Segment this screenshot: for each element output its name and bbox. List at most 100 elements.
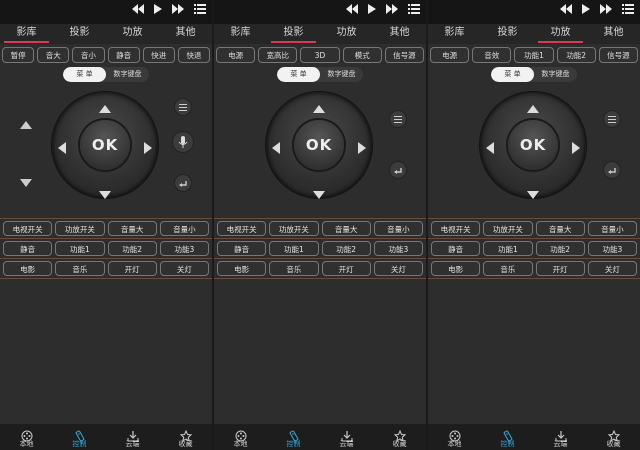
nav-item[interactable]: 收藏 xyxy=(373,424,426,450)
playlist-icon[interactable] xyxy=(622,4,634,14)
toggle-keypad[interactable]: 数字键盘 xyxy=(534,67,577,82)
function-button[interactable]: 音量小 xyxy=(587,221,637,236)
direction-pad[interactable]: OK xyxy=(480,92,586,199)
quick-button[interactable]: 静音 xyxy=(107,47,140,63)
quick-button[interactable]: 电源 xyxy=(430,47,470,63)
playlist-icon[interactable] xyxy=(194,4,206,14)
nav-item[interactable]: 云端 xyxy=(320,424,373,450)
play-icon[interactable] xyxy=(154,4,162,14)
quick-button[interactable]: 快退 xyxy=(177,47,211,63)
menu-button[interactable] xyxy=(390,111,406,127)
function-button[interactable]: 音乐 xyxy=(269,261,319,276)
function-button[interactable]: 功能3 xyxy=(159,241,209,256)
function-button[interactable]: 音量大 xyxy=(107,221,157,236)
tab-2[interactable]: 投影 xyxy=(481,24,534,44)
function-button[interactable]: 关灯 xyxy=(373,261,423,276)
playlist-icon[interactable] xyxy=(408,4,420,14)
function-button[interactable]: 功放开关 xyxy=(55,221,105,236)
function-button[interactable]: 电影 xyxy=(3,261,53,276)
rewind-icon[interactable] xyxy=(560,4,572,14)
toggle-menu[interactable]: 菜 单 xyxy=(63,67,106,82)
function-button[interactable]: 电视开关 xyxy=(431,221,481,236)
nav-item[interactable]: 控制 xyxy=(481,424,534,450)
quick-button[interactable]: 音大 xyxy=(37,47,70,63)
play-icon[interactable] xyxy=(368,4,376,14)
function-button[interactable]: 音量小 xyxy=(373,221,423,236)
quick-button[interactable]: 电源 xyxy=(216,47,256,63)
tab-1[interactable]: 影库 xyxy=(428,24,481,44)
function-button[interactable]: 开灯 xyxy=(107,261,157,276)
tab-1[interactable]: 影库 xyxy=(0,24,53,44)
menu-button[interactable] xyxy=(175,99,191,115)
back-button[interactable] xyxy=(390,162,406,178)
tab-4[interactable]: 其他 xyxy=(587,24,640,44)
back-button[interactable] xyxy=(604,162,620,178)
quick-button[interactable]: 3D xyxy=(300,47,340,63)
function-button[interactable]: 关灯 xyxy=(159,261,209,276)
quick-button[interactable]: 快进 xyxy=(142,47,175,63)
nav-item[interactable]: 控制 xyxy=(267,424,320,450)
direction-pad[interactable]: OK xyxy=(52,92,158,199)
rewind-icon[interactable] xyxy=(132,4,144,14)
tab-4[interactable]: 其他 xyxy=(373,24,426,44)
quick-button[interactable]: 信号源 xyxy=(384,47,425,63)
function-button[interactable]: 电视开关 xyxy=(3,221,53,236)
nav-item[interactable]: 云端 xyxy=(534,424,587,450)
nav-item[interactable]: 收藏 xyxy=(587,424,640,450)
function-button[interactable]: 音量小 xyxy=(159,221,209,236)
function-button[interactable]: 功放开关 xyxy=(483,221,533,236)
function-button[interactable]: 电影 xyxy=(217,261,267,276)
function-button[interactable]: 开灯 xyxy=(321,261,371,276)
tab-2[interactable]: 投影 xyxy=(53,24,106,44)
play-icon[interactable] xyxy=(582,4,590,14)
quick-button[interactable]: 模式 xyxy=(342,47,382,63)
function-button[interactable]: 功能2 xyxy=(321,241,371,256)
menu-keypad-toggle[interactable]: 菜 单数字键盘 xyxy=(491,67,577,82)
ok-button[interactable]: OK xyxy=(80,120,130,170)
function-button[interactable]: 功能1 xyxy=(55,241,105,256)
tab-3[interactable]: 功放 xyxy=(534,24,587,44)
quick-button[interactable]: 音效 xyxy=(472,47,512,63)
ok-button[interactable]: OK xyxy=(508,120,558,170)
function-button[interactable]: 功能3 xyxy=(587,241,637,256)
tab-4[interactable]: 其他 xyxy=(159,24,212,44)
nav-item[interactable]: 云端 xyxy=(106,424,159,450)
toggle-keypad[interactable]: 数字键盘 xyxy=(106,67,149,82)
function-button[interactable]: 音乐 xyxy=(483,261,533,276)
function-button[interactable]: 音量大 xyxy=(321,221,371,236)
quick-button[interactable]: 功能1 xyxy=(514,47,554,63)
tab-1[interactable]: 影库 xyxy=(214,24,267,44)
fast-forward-icon[interactable] xyxy=(600,4,612,14)
rewind-icon[interactable] xyxy=(346,4,358,14)
function-button[interactable]: 功能2 xyxy=(107,241,157,256)
direction-pad[interactable]: OK xyxy=(266,92,372,199)
tab-2[interactable]: 投影 xyxy=(267,24,320,44)
function-button[interactable]: 开灯 xyxy=(535,261,585,276)
quick-button[interactable]: 暂停 xyxy=(2,47,35,63)
tab-3[interactable]: 功放 xyxy=(106,24,159,44)
function-button[interactable]: 功能1 xyxy=(269,241,319,256)
function-button[interactable]: 功能3 xyxy=(373,241,423,256)
microphone-button[interactable] xyxy=(173,132,193,152)
tab-3[interactable]: 功放 xyxy=(320,24,373,44)
quick-button[interactable]: 音小 xyxy=(72,47,105,63)
function-button[interactable]: 音乐 xyxy=(55,261,105,276)
nav-item[interactable]: 收藏 xyxy=(159,424,212,450)
quick-button[interactable]: 功能2 xyxy=(556,47,596,63)
menu-keypad-toggle[interactable]: 菜 单数字键盘 xyxy=(277,67,363,82)
back-button[interactable] xyxy=(175,175,191,191)
toggle-menu[interactable]: 菜 单 xyxy=(277,67,320,82)
function-button[interactable]: 静音 xyxy=(3,241,53,256)
nav-item[interactable]: 本地 xyxy=(214,424,267,450)
toggle-menu[interactable]: 菜 单 xyxy=(491,67,534,82)
function-button[interactable]: 音量大 xyxy=(535,221,585,236)
fast-forward-icon[interactable] xyxy=(172,4,184,14)
nav-item[interactable]: 本地 xyxy=(0,424,53,450)
function-button[interactable]: 静音 xyxy=(217,241,267,256)
function-button[interactable]: 静音 xyxy=(431,241,481,256)
function-button[interactable]: 关灯 xyxy=(587,261,637,276)
fast-forward-icon[interactable] xyxy=(386,4,398,14)
function-button[interactable]: 电视开关 xyxy=(217,221,267,236)
menu-keypad-toggle[interactable]: 菜 单数字键盘 xyxy=(63,67,149,82)
ok-button[interactable]: OK xyxy=(294,120,344,170)
